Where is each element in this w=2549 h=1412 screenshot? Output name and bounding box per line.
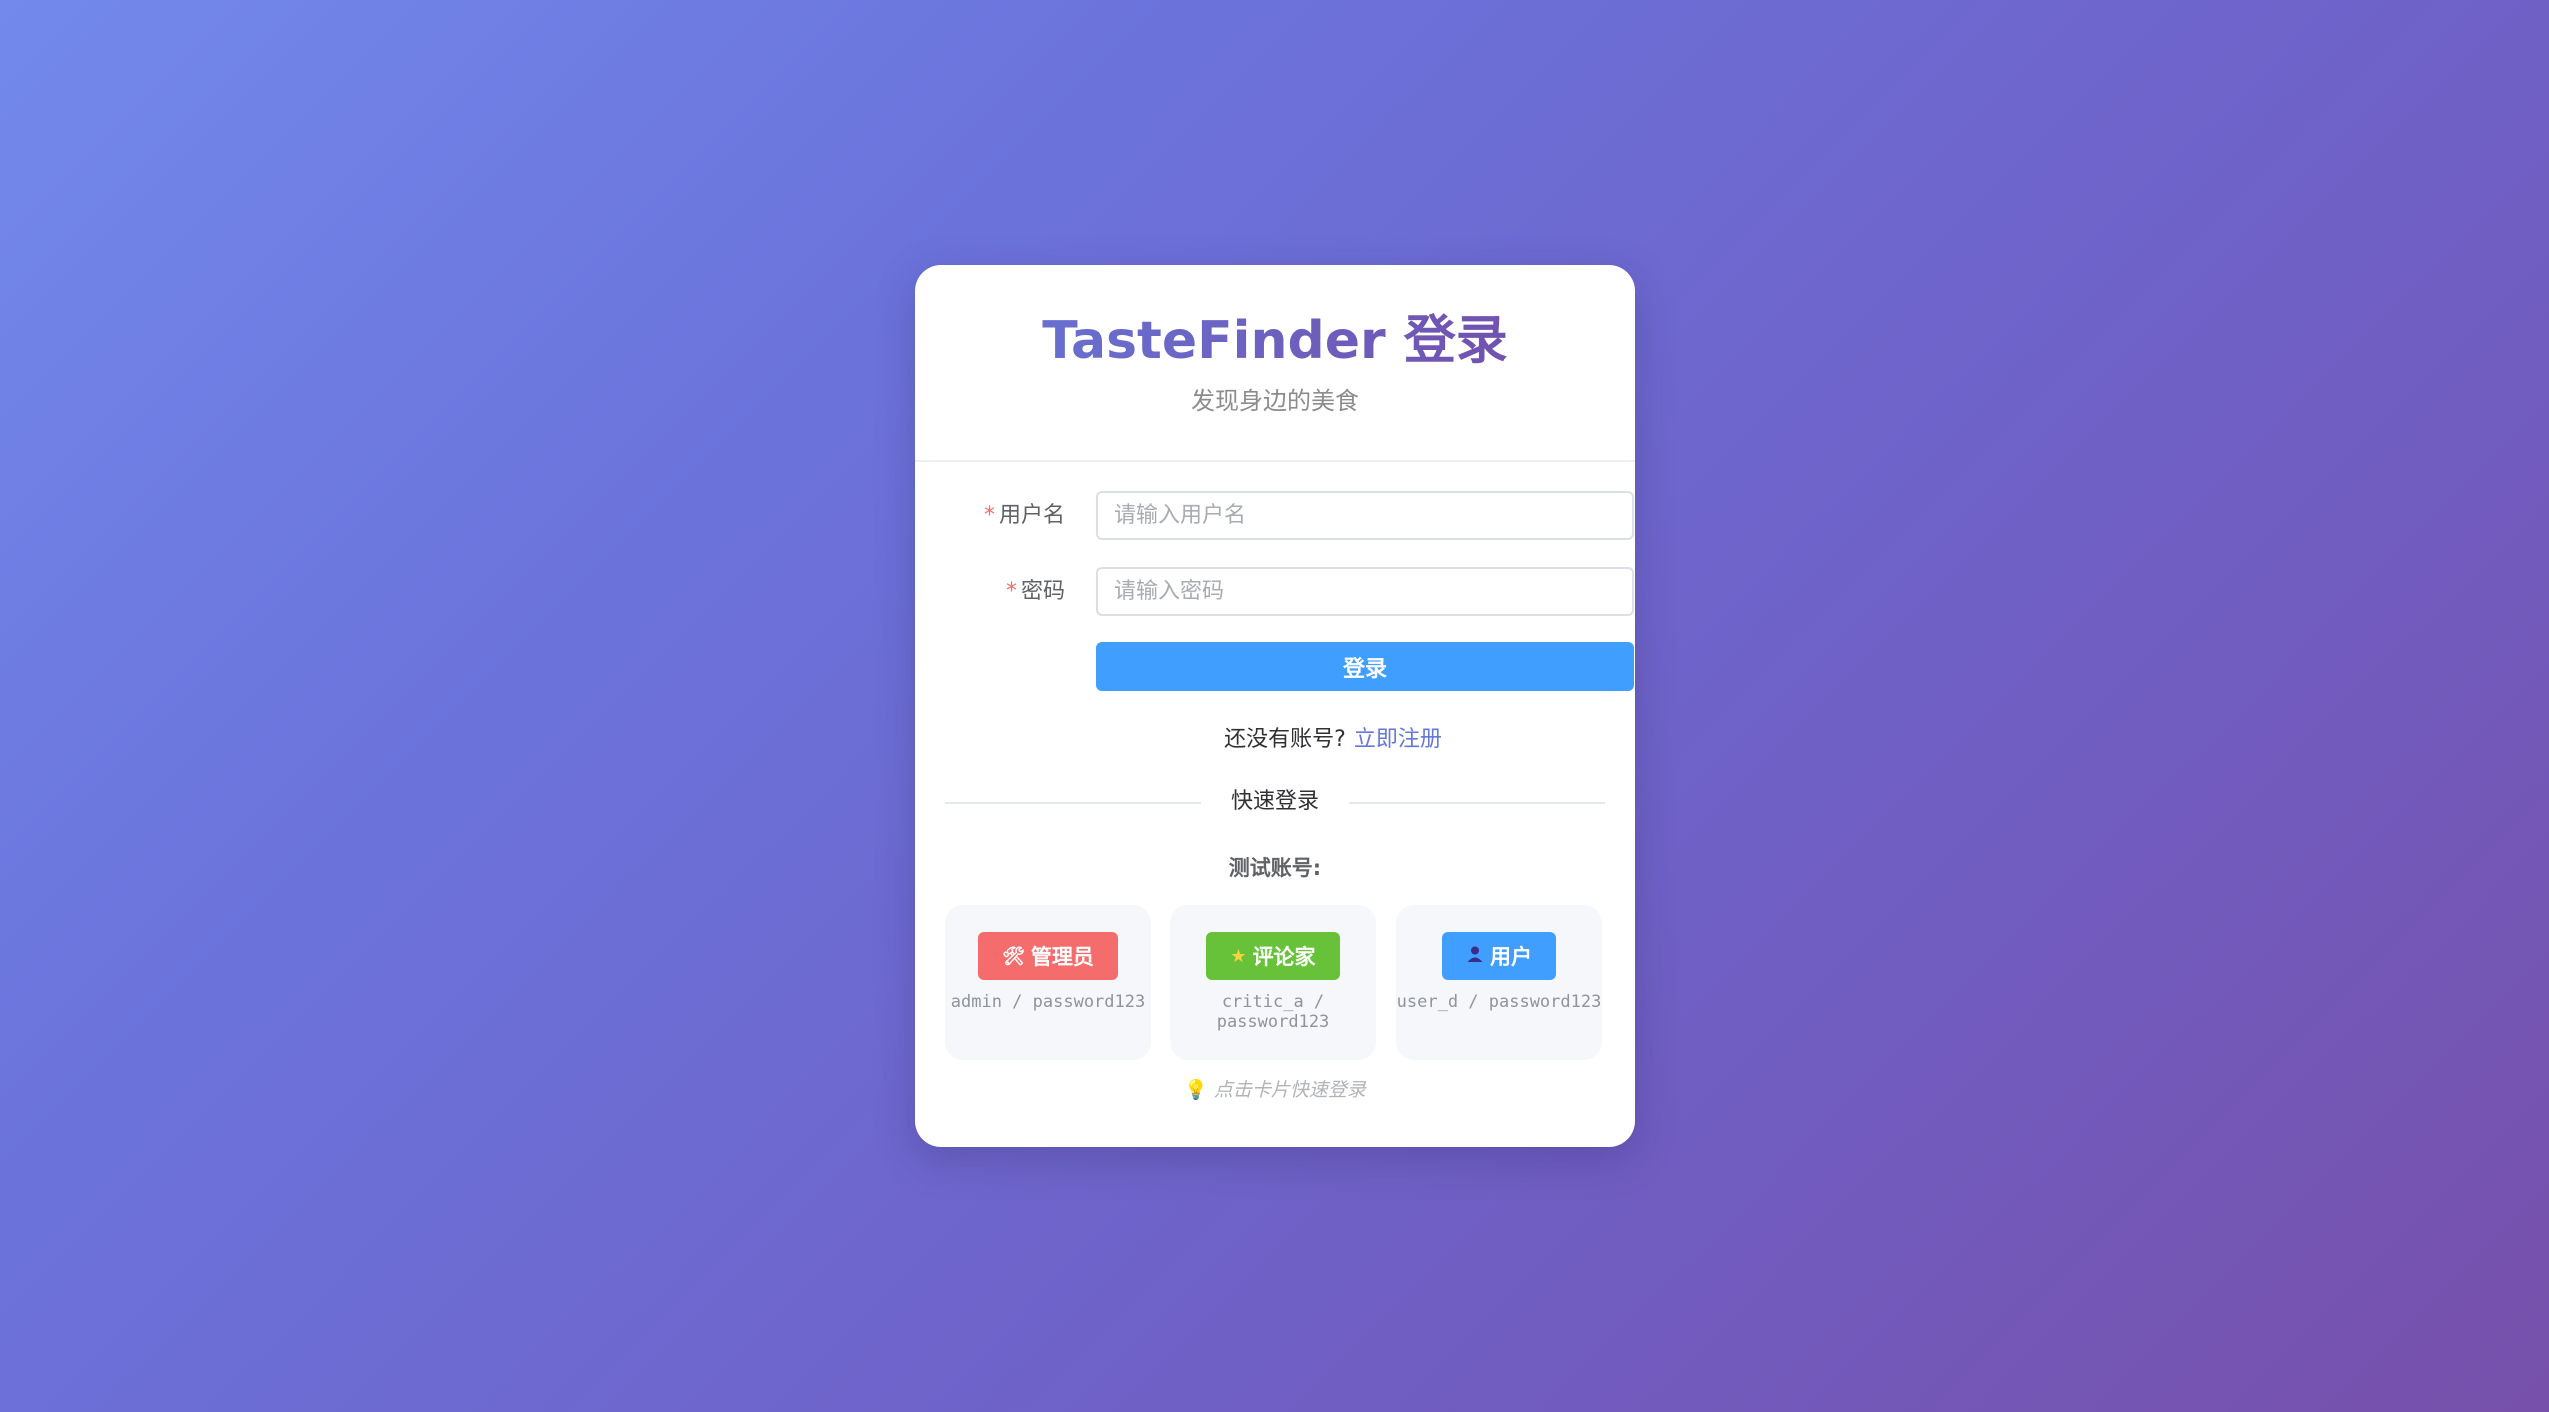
password-label: * 密码 (945, 567, 1065, 616)
username-label-text: 用户名 (998, 503, 1065, 528)
login-button[interactable]: 登录 (1096, 642, 1634, 691)
role-tag-critic: ★ 评论家 (1206, 932, 1340, 980)
account-credentials: user_d / password123 (1396, 992, 1602, 1012)
star-icon: ★ (1230, 945, 1247, 967)
password-label-text: 密码 (1020, 579, 1065, 604)
username-label: * 用户名 (945, 491, 1065, 540)
role-tag-user: 用户 (1442, 932, 1556, 980)
register-prompt-text: 还没有账号? (1224, 727, 1346, 752)
test-accounts: 🛠 管理员 admin / password123 ★ 评论家 critic_a /… (945, 905, 1605, 1060)
page-title: TasteFinder 登录 (915, 309, 1635, 373)
account-card-user[interactable]: 用户 user_d / password123 (1396, 905, 1602, 1060)
register-prompt: 还没有账号? 立即注册 (915, 725, 1635, 755)
submit-form-item: 登录 (945, 642, 1634, 691)
divider-label: 快速登录 (1230, 789, 1319, 814)
role-label: 评论家 (1252, 945, 1316, 969)
required-mark: * (1005, 579, 1017, 604)
username-input[interactable] (1096, 491, 1634, 540)
credentials-text: admin / password123 (950, 992, 1146, 1012)
test-accounts-title: 测试账号: (1228, 856, 1322, 880)
lightbulb-icon: 💡 (1184, 1079, 1208, 1101)
login-card: TasteFinder 登录 发现身边的美食 *用户名 *密码 登录 还没有账号… (915, 265, 1635, 1147)
tools-icon: 🛠 (1002, 945, 1025, 967)
role-tag-admin: 🛠 管理员 (978, 932, 1118, 980)
account-card-admin[interactable]: 🛠 管理员 admin / password123 (945, 905, 1151, 1060)
credentials-text: critic_a / password123 (1216, 992, 1330, 1032)
required-mark: * (983, 503, 995, 528)
register-link[interactable]: 立即注册 (1354, 727, 1442, 752)
login-header: TasteFinder 登录 发现身边的美食 (915, 265, 1635, 462)
credentials-text: user_d / password123 (1396, 992, 1602, 1012)
hint-text: 点击卡片快速登录 (1213, 1079, 1366, 1101)
account-card-critic[interactable]: ★ 评论家 critic_a / password123 (1170, 905, 1376, 1060)
role-label: 用户 (1490, 945, 1532, 969)
page-subtitle: 发现身边的美食 (1191, 387, 1359, 415)
password-form-item: * 密码 (945, 567, 1634, 616)
username-form-item: * 用户名 (945, 491, 1634, 540)
quick-login-divider: 快速登录 (945, 787, 1605, 817)
account-credentials: critic_a / password123 (1170, 992, 1376, 1032)
user-icon (1466, 945, 1484, 968)
account-credentials: admin / password123 (945, 992, 1151, 1012)
role-label: 管理员 (1030, 945, 1094, 969)
quick-login-hint: 💡 点击卡片快速登录 (915, 1077, 1635, 1103)
password-input[interactable] (1096, 567, 1634, 616)
